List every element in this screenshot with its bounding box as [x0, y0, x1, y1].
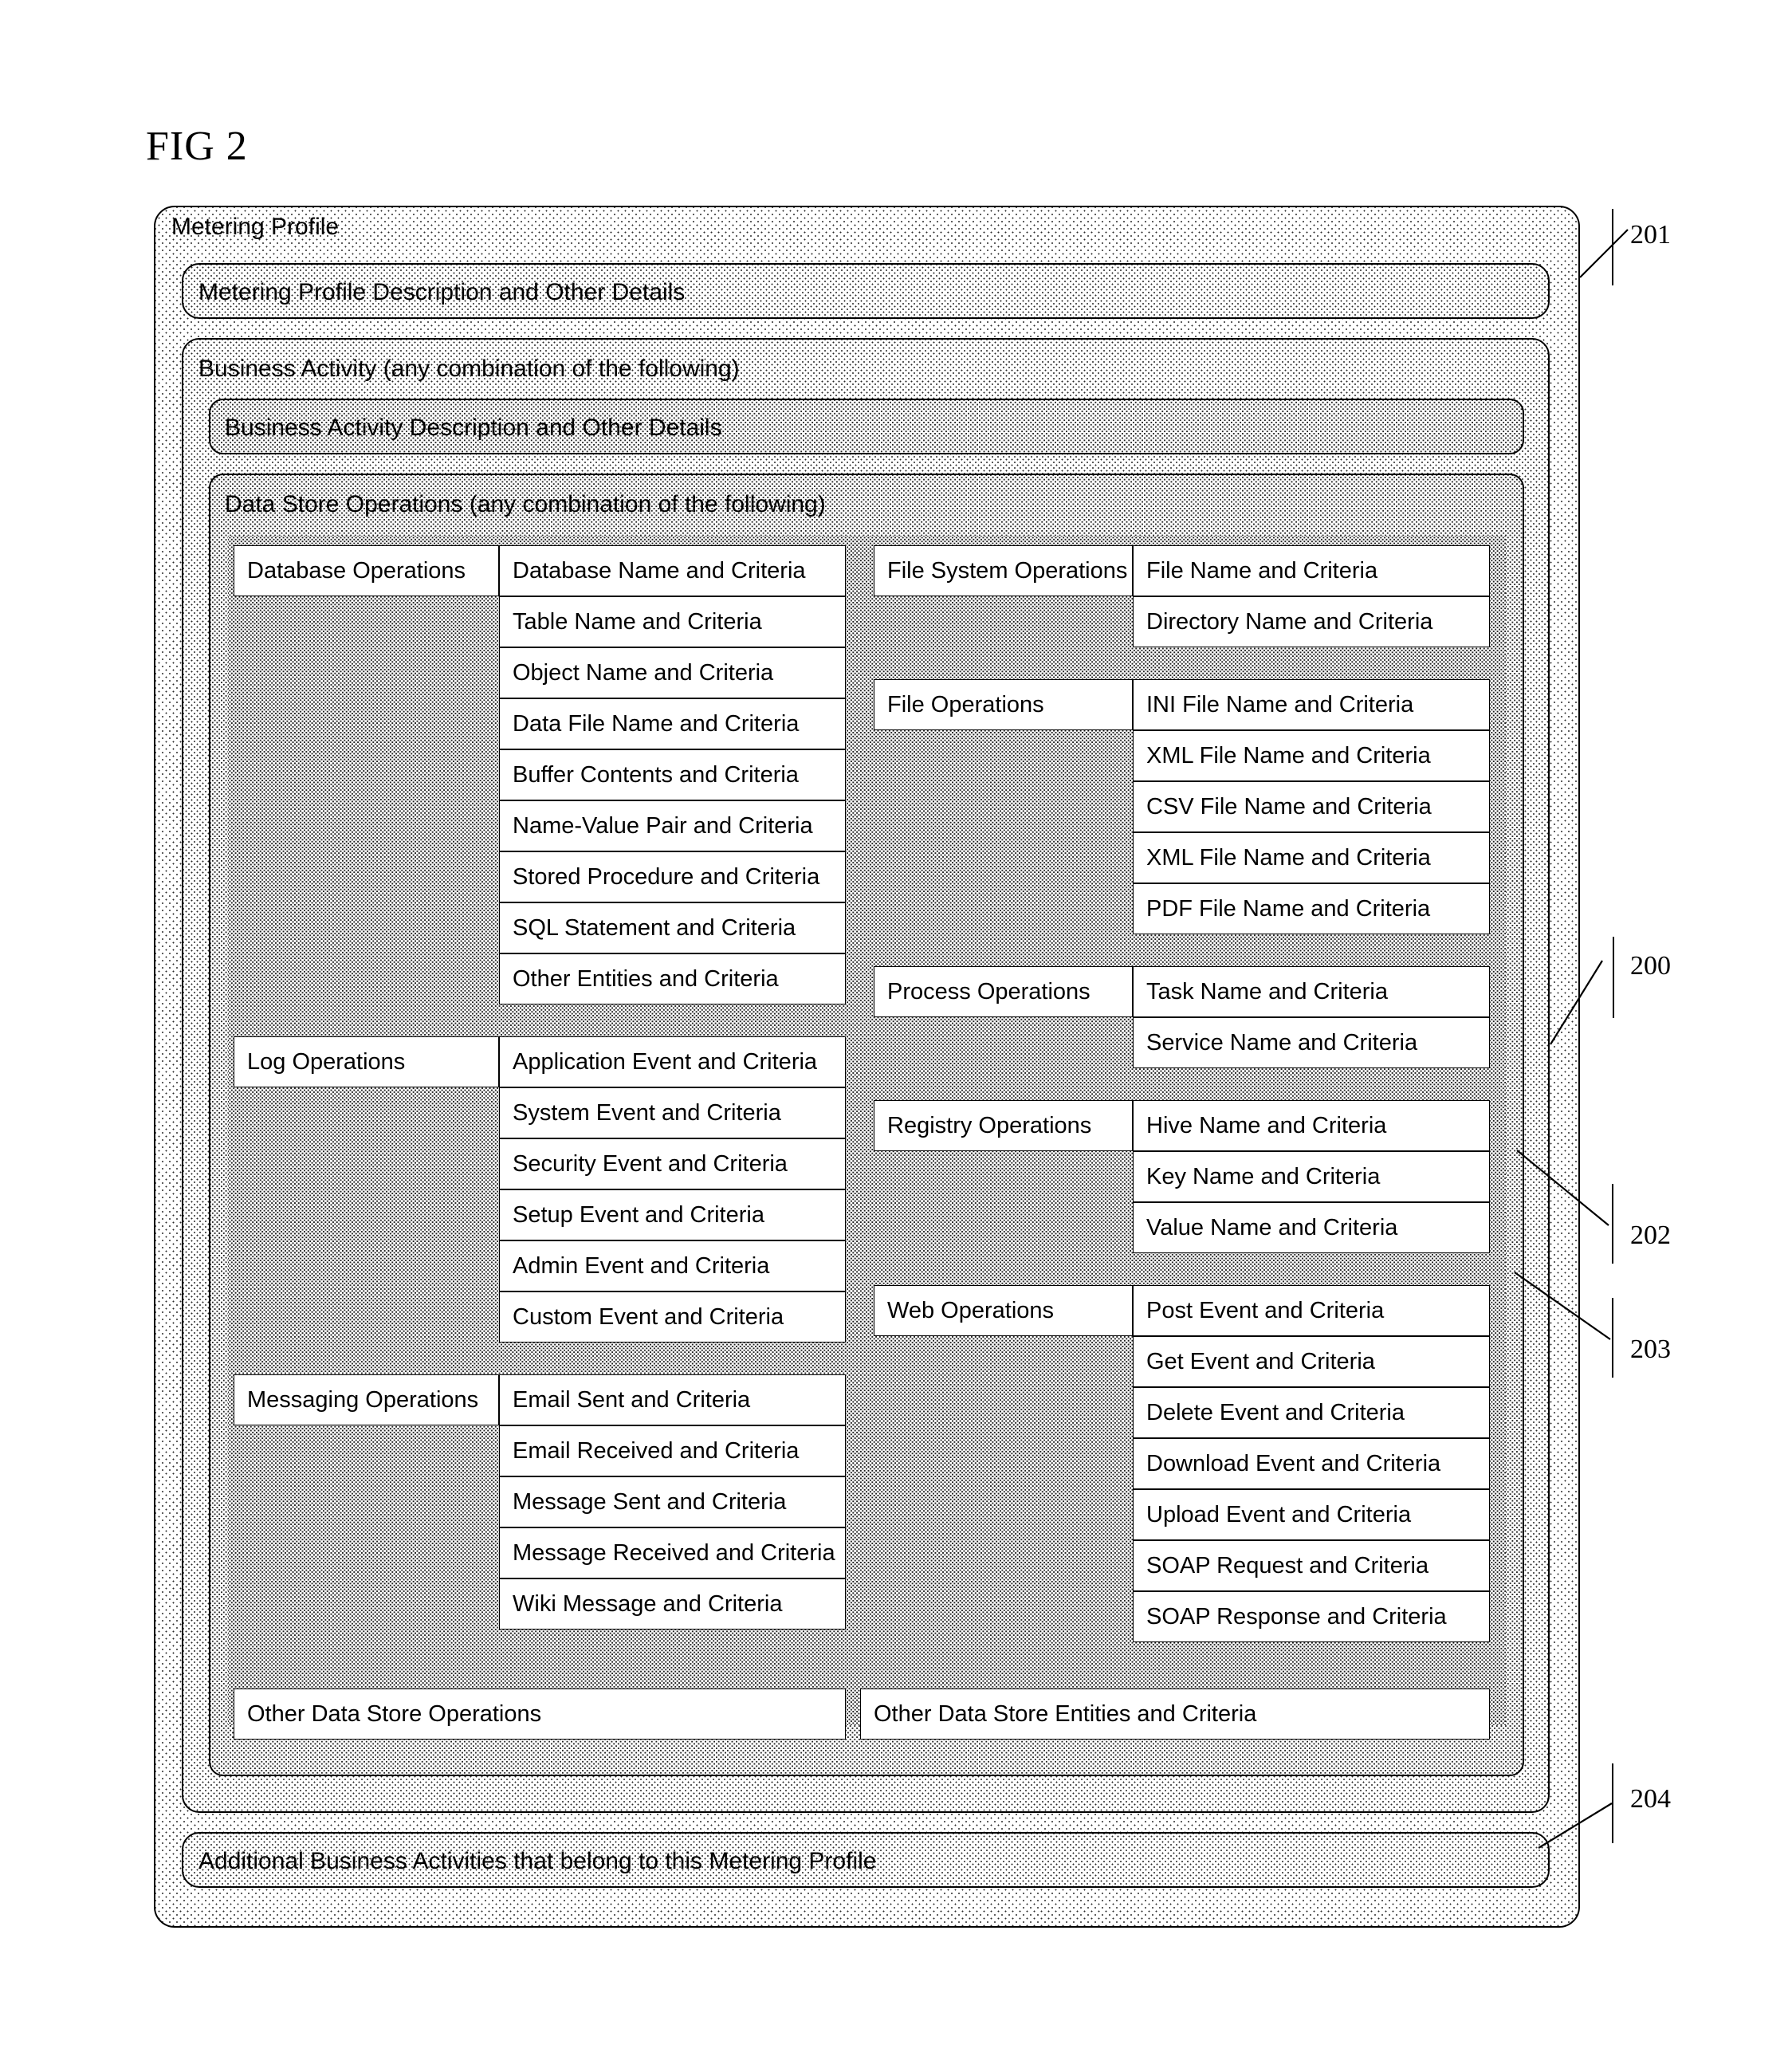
operation-item[interactable]: Email Sent and Criteria — [499, 1374, 846, 1425]
callout-tick-200 — [1613, 937, 1614, 1018]
operation-item[interactable]: Hive Name and Criteria — [1133, 1100, 1490, 1151]
operation-item[interactable]: System Event and Criteria — [499, 1087, 846, 1138]
operation-group-head[interactable]: Messaging Operations — [234, 1374, 499, 1425]
operation-group-head[interactable]: Web Operations — [874, 1285, 1133, 1336]
figure-title: FIG 2 — [146, 124, 248, 169]
operation-item[interactable]: Value Name and Criteria — [1133, 1202, 1490, 1253]
operation-item[interactable]: Buffer Contents and Criteria — [499, 749, 846, 800]
operation-item[interactable]: INI File Name and Criteria — [1133, 679, 1490, 730]
operation-item[interactable]: Application Event and Criteria — [499, 1036, 846, 1087]
operation-item[interactable]: XML File Name and Criteria — [1133, 832, 1490, 883]
callout-number-202: 202 — [1630, 1221, 1671, 1250]
operation-item[interactable]: Message Sent and Criteria — [499, 1476, 846, 1527]
business-activity-description-label: Business Activity Description and Other … — [225, 415, 722, 441]
operation-item[interactable]: PDF File Name and Criteria — [1133, 883, 1490, 934]
operation-item[interactable]: Upload Event and Criteria — [1133, 1489, 1490, 1540]
operation-item[interactable]: XML File Name and Criteria — [1133, 730, 1490, 781]
operation-item[interactable]: Object Name and Criteria — [499, 647, 846, 698]
operation-item[interactable]: Stored Procedure and Criteria — [499, 851, 846, 902]
callout-number-201: 201 — [1630, 220, 1671, 250]
other-data-store-entities-row[interactable]: Other Data Store Entities and Criteria — [860, 1689, 1490, 1740]
operation-item[interactable]: Service Name and Criteria — [1133, 1017, 1490, 1068]
operation-item[interactable]: Message Received and Criteria — [499, 1527, 846, 1578]
operation-item[interactable]: Get Event and Criteria — [1133, 1336, 1490, 1387]
operation-group-head[interactable]: Log Operations — [234, 1036, 499, 1087]
operation-item[interactable]: CSV File Name and Criteria — [1133, 781, 1490, 832]
operation-group-head[interactable]: File Operations — [874, 679, 1133, 730]
additional-business-activities-label: Additional Business Activities that belo… — [198, 1848, 877, 1874]
operation-item[interactable]: Wiki Message and Criteria — [499, 1578, 846, 1630]
callout-tick-203 — [1612, 1298, 1613, 1378]
operation-item[interactable]: Name-Value Pair and Criteria — [499, 800, 846, 851]
operation-item[interactable]: SOAP Response and Criteria — [1133, 1591, 1490, 1642]
operation-item[interactable]: Setup Event and Criteria — [499, 1189, 846, 1240]
data-store-operations-label: Data Store Operations (any combination o… — [225, 491, 826, 517]
callout-tick-202 — [1612, 1184, 1613, 1264]
operation-item[interactable]: SOAP Request and Criteria — [1133, 1540, 1490, 1591]
operation-item[interactable]: Download Event and Criteria — [1133, 1438, 1490, 1489]
operation-item[interactable]: Task Name and Criteria — [1133, 966, 1490, 1017]
operation-item[interactable]: Admin Event and Criteria — [499, 1240, 846, 1291]
operation-group-head[interactable]: Database Operations — [234, 545, 499, 596]
callout-tick-204 — [1612, 1763, 1613, 1843]
operation-item[interactable]: File Name and Criteria — [1133, 545, 1490, 596]
operation-item[interactable]: Key Name and Criteria — [1133, 1151, 1490, 1202]
operation-item[interactable]: Database Name and Criteria — [499, 545, 846, 596]
callout-tick-201 — [1612, 209, 1613, 285]
operation-group-head[interactable]: File System Operations — [874, 545, 1133, 596]
business-activity-label: Business Activity (any combination of th… — [198, 356, 740, 382]
operation-item[interactable]: Security Event and Criteria — [499, 1138, 846, 1189]
operation-item[interactable]: Email Received and Criteria — [499, 1425, 846, 1476]
callout-number-200: 200 — [1630, 951, 1671, 981]
other-data-store-operations-row[interactable]: Other Data Store Operations — [234, 1689, 846, 1740]
operation-item[interactable]: Custom Event and Criteria — [499, 1291, 846, 1343]
operation-group-head[interactable]: Registry Operations — [874, 1100, 1133, 1151]
operation-group-head[interactable]: Process Operations — [874, 966, 1133, 1017]
metering-profile-label: Metering Profile — [171, 214, 340, 240]
operation-item[interactable]: Post Event and Criteria — [1133, 1285, 1490, 1336]
operation-item[interactable]: Directory Name and Criteria — [1133, 596, 1490, 647]
operation-item[interactable]: SQL Statement and Criteria — [499, 902, 846, 953]
operation-item[interactable]: Data File Name and Criteria — [499, 698, 846, 749]
metering-profile-description-label: Metering Profile Description and Other D… — [198, 279, 686, 305]
callout-number-203: 203 — [1630, 1335, 1671, 1364]
operation-item[interactable]: Table Name and Criteria — [499, 596, 846, 647]
operation-item[interactable]: Delete Event and Criteria — [1133, 1387, 1490, 1438]
callout-number-204: 204 — [1630, 1784, 1671, 1814]
operation-item[interactable]: Other Entities and Criteria — [499, 953, 846, 1004]
